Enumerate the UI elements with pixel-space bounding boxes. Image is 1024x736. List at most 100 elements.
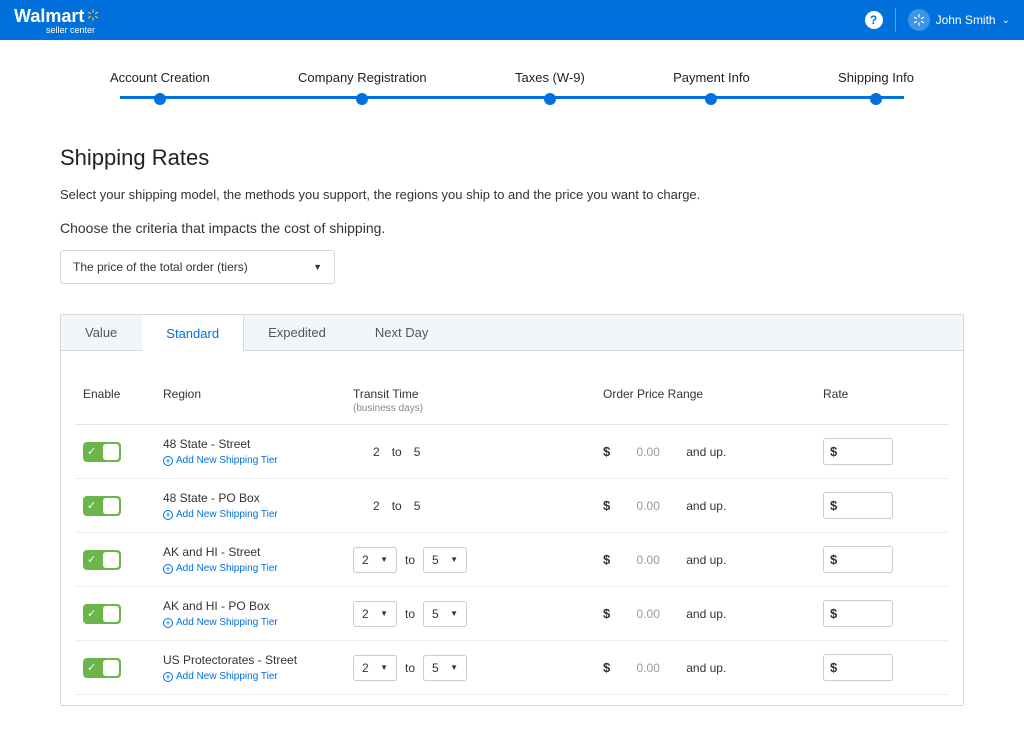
step-dot <box>705 93 717 105</box>
dollar-icon: $ <box>603 552 610 567</box>
chevron-down-icon: ▼ <box>380 609 388 618</box>
transit-from-select[interactable]: 2▼ <box>353 655 397 681</box>
chevron-down-icon: ▼ <box>450 609 458 618</box>
user-spark-icon <box>908 9 930 31</box>
th-region: Region <box>155 381 345 425</box>
rate-input[interactable]: $ <box>823 492 893 519</box>
step-dot <box>544 93 556 105</box>
rate-input[interactable]: $ <box>823 654 893 681</box>
rate-input[interactable]: $ <box>823 546 893 573</box>
region-name: 48 State - PO Box <box>163 491 337 505</box>
plus-icon: + <box>163 564 173 574</box>
chevron-down-icon: ▼ <box>450 663 458 672</box>
step-label: Payment Info <box>673 70 750 85</box>
add-shipping-tier-link[interactable]: +Add New Shipping Tier <box>163 563 337 574</box>
step-4[interactable]: Shipping Info <box>838 70 914 105</box>
check-icon: ✓ <box>87 661 96 674</box>
rate-input[interactable]: $ <box>823 600 893 627</box>
brand-subtitle: seller center <box>46 25 100 35</box>
tab-next-day[interactable]: Next Day <box>351 315 453 350</box>
price-and-up: and up. <box>686 499 726 513</box>
region-name: US Protectorates - Street <box>163 653 337 667</box>
region-name: 48 State - Street <box>163 437 337 451</box>
check-icon: ✓ <box>87 553 96 566</box>
step-label: Shipping Info <box>838 70 914 85</box>
enable-toggle[interactable]: ✓ <box>83 658 121 678</box>
transit-to-select[interactable]: 5▼ <box>423 547 467 573</box>
user-menu[interactable]: John Smith ⌄ <box>908 9 1010 31</box>
th-rate: Rate <box>815 381 949 425</box>
price-from: 0.00 <box>628 553 668 567</box>
tab-value[interactable]: Value <box>61 315 142 350</box>
price-and-up: and up. <box>686 445 726 459</box>
tab-bar: ValueStandardExpeditedNext Day <box>61 315 963 351</box>
region-name: AK and HI - PO Box <box>163 599 337 613</box>
plus-icon: + <box>163 510 173 520</box>
transit-to: 5 <box>414 445 421 459</box>
tab-expedited[interactable]: Expedited <box>244 315 351 350</box>
dollar-icon: $ <box>830 498 837 513</box>
spark-icon <box>84 6 100 27</box>
step-label: Taxes (W-9) <box>515 70 585 85</box>
dollar-icon: $ <box>830 552 837 567</box>
price-from: 0.00 <box>628 661 668 675</box>
transit-from-select[interactable]: 2▼ <box>353 601 397 627</box>
price-from: 0.00 <box>628 445 668 459</box>
progress-stepper: Account Creation Company Registration Taxe… <box>110 70 914 105</box>
transit-from: 2 <box>373 499 380 513</box>
step-3[interactable]: Payment Info <box>673 70 750 105</box>
dollar-icon: $ <box>603 606 610 621</box>
app-header: Walmart seller center ? John Smith ⌄ <box>0 0 1024 40</box>
shipping-rates-table: Enable Region Transit Time (business day… <box>75 381 949 695</box>
price-and-up: and up. <box>686 553 726 567</box>
add-shipping-tier-link[interactable]: +Add New Shipping Tier <box>163 671 337 682</box>
add-shipping-tier-link[interactable]: +Add New Shipping Tier <box>163 509 337 520</box>
enable-toggle[interactable]: ✓ <box>83 550 121 570</box>
transit-from: 2 <box>373 445 380 459</box>
plus-icon: + <box>163 672 173 682</box>
price-and-up: and up. <box>686 661 726 675</box>
enable-toggle[interactable]: ✓ <box>83 604 121 624</box>
add-shipping-tier-link[interactable]: +Add New Shipping Tier <box>163 455 337 466</box>
enable-toggle[interactable]: ✓ <box>83 442 121 462</box>
help-icon[interactable]: ? <box>865 11 883 29</box>
price-from: 0.00 <box>628 499 668 513</box>
step-label: Account Creation <box>110 70 210 85</box>
price-from: 0.00 <box>628 607 668 621</box>
brand-logo: Walmart <box>14 6 100 27</box>
transit-to-select[interactable]: 5▼ <box>423 655 467 681</box>
add-shipping-tier-link[interactable]: +Add New Shipping Tier <box>163 617 337 628</box>
step-1[interactable]: Company Registration <box>298 70 427 105</box>
shipping-method-panel: ValueStandardExpeditedNext Day Enable Re… <box>60 314 964 706</box>
th-transit: Transit Time (business days) <box>345 381 595 425</box>
user-name: John Smith <box>936 13 996 27</box>
enable-toggle[interactable]: ✓ <box>83 496 121 516</box>
transit-from-select[interactable]: 2▼ <box>353 547 397 573</box>
step-2[interactable]: Taxes (W-9) <box>515 70 585 105</box>
table-row: ✓ 48 State - PO Box +Add New Shipping Tier… <box>75 479 949 533</box>
transit-to-select[interactable]: 5▼ <box>423 601 467 627</box>
th-enable: Enable <box>75 381 155 425</box>
chevron-down-icon: ▼ <box>313 262 322 272</box>
step-dot <box>154 93 166 105</box>
rate-input[interactable]: $ <box>823 438 893 465</box>
page-description: Select your shipping model, the methods … <box>60 187 964 202</box>
step-dot <box>356 93 368 105</box>
check-icon: ✓ <box>87 607 96 620</box>
criteria-value: The price of the total order (tiers) <box>73 260 248 274</box>
criteria-dropdown[interactable]: The price of the total order (tiers) ▼ <box>60 250 335 284</box>
page-title: Shipping Rates <box>60 145 964 171</box>
plus-icon: + <box>163 618 173 628</box>
check-icon: ✓ <box>87 445 96 458</box>
chevron-down-icon: ▼ <box>380 555 388 564</box>
tab-standard[interactable]: Standard <box>142 315 244 351</box>
chevron-down-icon: ▼ <box>450 555 458 564</box>
table-row: ✓ 48 State - Street +Add New Shipping Tier… <box>75 425 949 479</box>
dollar-icon: $ <box>830 444 837 459</box>
step-0[interactable]: Account Creation <box>110 70 210 105</box>
criteria-prompt: Choose the criteria that impacts the cos… <box>60 220 964 236</box>
transit-to: 5 <box>414 499 421 513</box>
chevron-down-icon: ▼ <box>380 663 388 672</box>
table-row: ✓ AK and HI - PO Box +Add New Shipping Tie… <box>75 587 949 641</box>
table-row: ✓AK and HI - Street+Add New Shipping Tie… <box>75 533 949 587</box>
